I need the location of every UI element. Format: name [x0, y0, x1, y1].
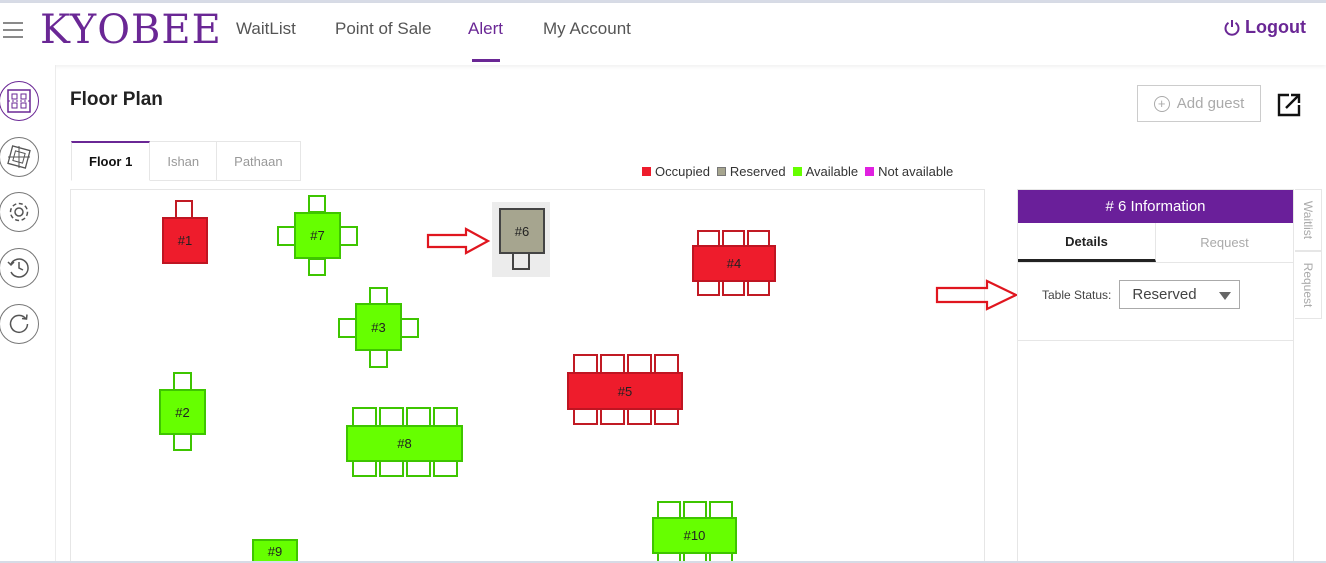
table-4[interactable]: #4 [692, 245, 776, 282]
nav-active-indicator [472, 59, 500, 62]
history-clock-icon[interactable] [0, 248, 39, 288]
side-tab-waitlist[interactable]: Waitlist [1295, 189, 1322, 251]
tab-details[interactable]: Details [1018, 223, 1156, 262]
refresh-icon[interactable] [0, 304, 39, 344]
annotation-arrow-icon [935, 279, 1019, 311]
legend-not-available: Not available [865, 164, 953, 179]
panel-tabs: Details Request [1018, 223, 1293, 263]
top-navbar: KYOBEE WaitList Point of Sale Alert My A… [0, 3, 1326, 65]
hamburger-menu-icon[interactable] [3, 22, 23, 38]
table-1-chair [175, 200, 193, 217]
table-9[interactable]: #9 [252, 539, 298, 563]
floor-tabs: Floor 1 Ishan Pathaan [71, 141, 301, 181]
table-3-chair [369, 349, 388, 368]
floor-plan-canvas: #1 #7 #6 #4 #3 #2 #5 #8 #10 #9 [70, 189, 985, 563]
table-3[interactable]: #3 [355, 303, 402, 351]
external-link-icon[interactable] [1276, 92, 1302, 118]
chevron-down-icon [1219, 292, 1232, 300]
table-status-label: Table Status: [1042, 287, 1112, 302]
power-icon [1223, 19, 1241, 37]
tab-pathaan[interactable]: Pathaan [217, 141, 301, 181]
table-7-chair [308, 258, 326, 276]
table-8[interactable]: #8 [346, 425, 463, 462]
tab-request[interactable]: Request [1156, 223, 1293, 262]
logout-button[interactable]: Logout [1223, 17, 1306, 38]
table-8-chair [433, 407, 458, 427]
tab-ishan[interactable]: Ishan [150, 141, 218, 181]
nav-my-account[interactable]: My Account [543, 19, 631, 39]
table-6-chair [512, 252, 530, 270]
table-1[interactable]: #1 [162, 217, 208, 264]
legend-occupied: Occupied [642, 164, 710, 179]
table-8-chair [379, 407, 404, 427]
table-5-chair [573, 354, 598, 374]
table-status-value: Reserved [1132, 286, 1197, 303]
table-7-chair [308, 195, 326, 213]
panel-title: # 6 Information [1018, 190, 1293, 223]
plus-circle-icon: + [1153, 95, 1170, 112]
table-8-chair [352, 407, 377, 427]
table-status-row: Table Status: Reserved [1042, 280, 1241, 309]
table-7[interactable]: #7 [294, 212, 341, 259]
nav-alert[interactable]: Alert [468, 19, 503, 39]
nav-waitlist[interactable]: WaitList [236, 19, 296, 39]
logout-label: Logout [1245, 17, 1306, 37]
table-3-chair [400, 318, 419, 338]
side-tab-request[interactable]: Request [1295, 251, 1322, 319]
app-logo[interactable]: KYOBEE [40, 7, 222, 53]
legend-reserved: Reserved [716, 164, 786, 179]
table-5-chair [600, 354, 625, 374]
status-legend: Occupied Reserved Available Not availabl… [642, 164, 960, 179]
table-10[interactable]: #10 [652, 517, 737, 554]
panel-divider [1018, 340, 1293, 341]
table-2[interactable]: #2 [159, 389, 206, 435]
table-status-select[interactable]: Reserved [1119, 280, 1241, 309]
add-guest-button[interactable]: + Add guest [1137, 85, 1261, 122]
table-7-chair [339, 226, 358, 246]
floor-plan-icon[interactable] [0, 81, 39, 121]
table-6[interactable]: #6 [499, 208, 545, 254]
add-guest-label: Add guest [1176, 95, 1245, 112]
page-title: Floor Plan [70, 89, 163, 110]
table-info-panel: # 6 Information Details Request Table St… [1017, 189, 1294, 563]
tab-floor-1[interactable]: Floor 1 [71, 141, 151, 181]
table-5[interactable]: #5 [567, 372, 683, 410]
side-tab-request-label: Request [1301, 262, 1315, 308]
legend-available: Available [792, 164, 858, 179]
left-sidebar [0, 65, 56, 563]
table-layout-icon[interactable] [0, 137, 39, 177]
settings-gear-icon[interactable] [0, 192, 39, 232]
table-5-chair [654, 354, 679, 374]
table-5-chair [627, 354, 652, 374]
annotation-arrow-icon [426, 227, 491, 255]
table-8-chair [406, 407, 431, 427]
nav-point-of-sale[interactable]: Point of Sale [335, 19, 431, 39]
side-tab-waitlist-label: Waitlist [1301, 200, 1315, 240]
